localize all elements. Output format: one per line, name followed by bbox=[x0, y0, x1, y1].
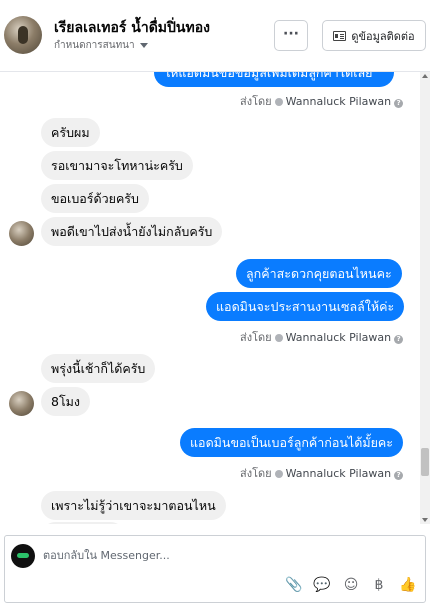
message-bubble-incoming: ครับผม bbox=[41, 118, 100, 147]
message-bubble-outgoing: ลูกค้าสะดวกคุยตอนไหนคะ bbox=[236, 259, 402, 288]
assign-conversation-label: กำหนดการสนทนา bbox=[54, 40, 135, 51]
contact-avatar-small bbox=[9, 391, 34, 416]
like-icon[interactable]: 👍 bbox=[399, 576, 417, 594]
scroll-up-arrow-icon[interactable] bbox=[422, 74, 428, 78]
message-bubble-outgoing: ให้แอดมินขอข้อมูลเพิ่มเติมลูกค้าได้เลย bbox=[154, 72, 394, 87]
contact-card-icon bbox=[333, 30, 347, 41]
baht-icon[interactable]: ฿ bbox=[370, 576, 388, 594]
conversation-header: เรียลเลเทอร์ น้ำดื่มปิ่นทอง กำหนดการสนทน… bbox=[0, 0, 430, 72]
assign-conversation-dropdown[interactable]: กำหนดการสนทนา bbox=[54, 38, 148, 53]
info-icon[interactable]: ? bbox=[394, 99, 404, 108]
message-bubble-incoming: พรุ่งนี้เช้าก็ได้ครับ bbox=[41, 354, 156, 383]
sender-avatar-icon bbox=[274, 470, 283, 478]
message-bubble-incoming-partial bbox=[41, 522, 125, 524]
sender-avatar-icon bbox=[274, 98, 283, 106]
info-icon[interactable]: ? bbox=[394, 471, 404, 480]
sent-by-line: ส่งโดย Wannaluck Pilawan? bbox=[240, 328, 404, 346]
more-options-button[interactable]: ··· bbox=[274, 20, 308, 51]
message-bubble-incoming: รอเขามาจะโทหาน่ะครับ bbox=[41, 151, 193, 180]
emoji-icon[interactable]: ☺ bbox=[342, 576, 360, 594]
message-bubble-incoming: พอดีเขาไปส่งน้ำยังไม่กลับครับ bbox=[41, 217, 223, 246]
info-icon[interactable]: ? bbox=[394, 335, 404, 344]
message-bubble-incoming: เพราะไม่รู้ว่าเขาจะมาตอนไหน bbox=[41, 491, 226, 520]
saved-reply-icon[interactable]: 💬 bbox=[313, 576, 331, 594]
message-bubble-outgoing: แอดมินขอเป็นเบอร์ลูกค้าก่อนได้มั้ยคะ bbox=[180, 428, 403, 457]
attach-icon[interactable]: 📎 bbox=[285, 576, 303, 594]
scrollbar-thumb[interactable] bbox=[421, 448, 429, 476]
contact-avatar-small bbox=[9, 221, 34, 246]
sender-avatar-icon bbox=[274, 334, 283, 342]
scroll-down-arrow-icon[interactable] bbox=[422, 518, 428, 522]
view-contact-info-button[interactable]: ดูข้อมูลติดต่อ bbox=[322, 20, 426, 51]
reply-input[interactable] bbox=[43, 545, 403, 565]
contact-avatar[interactable] bbox=[4, 16, 42, 54]
chevron-down-icon bbox=[139, 42, 148, 48]
thread-scrollbar[interactable] bbox=[420, 72, 430, 524]
message-bubble-incoming: ขอเบอร์ด้วยครับ bbox=[41, 184, 149, 213]
page-avatar bbox=[11, 544, 35, 568]
sent-by-line: ส่งโดย Wannaluck Pilawan? bbox=[240, 464, 404, 482]
contact-name[interactable]: เรียลเลเทอร์ น้ำดื่มปิ่นทอง bbox=[54, 17, 210, 39]
message-bubble-outgoing: แอดมินจะประสานงานเซลล์ให้ค่ะ bbox=[206, 292, 405, 321]
reply-composer: 📎 💬 ☺ ฿ 👍 bbox=[4, 535, 426, 603]
message-thread[interactable]: ให้แอดมินขอข้อมูลเพิ่มเติมลูกค้าได้เลย ส… bbox=[0, 72, 430, 524]
view-contact-info-label: ดูข้อมูลติดต่อ bbox=[351, 29, 415, 43]
message-bubble-incoming: 8โมง bbox=[41, 387, 91, 416]
sent-by-line: ส่งโดย Wannaluck Pilawan? bbox=[240, 92, 404, 110]
